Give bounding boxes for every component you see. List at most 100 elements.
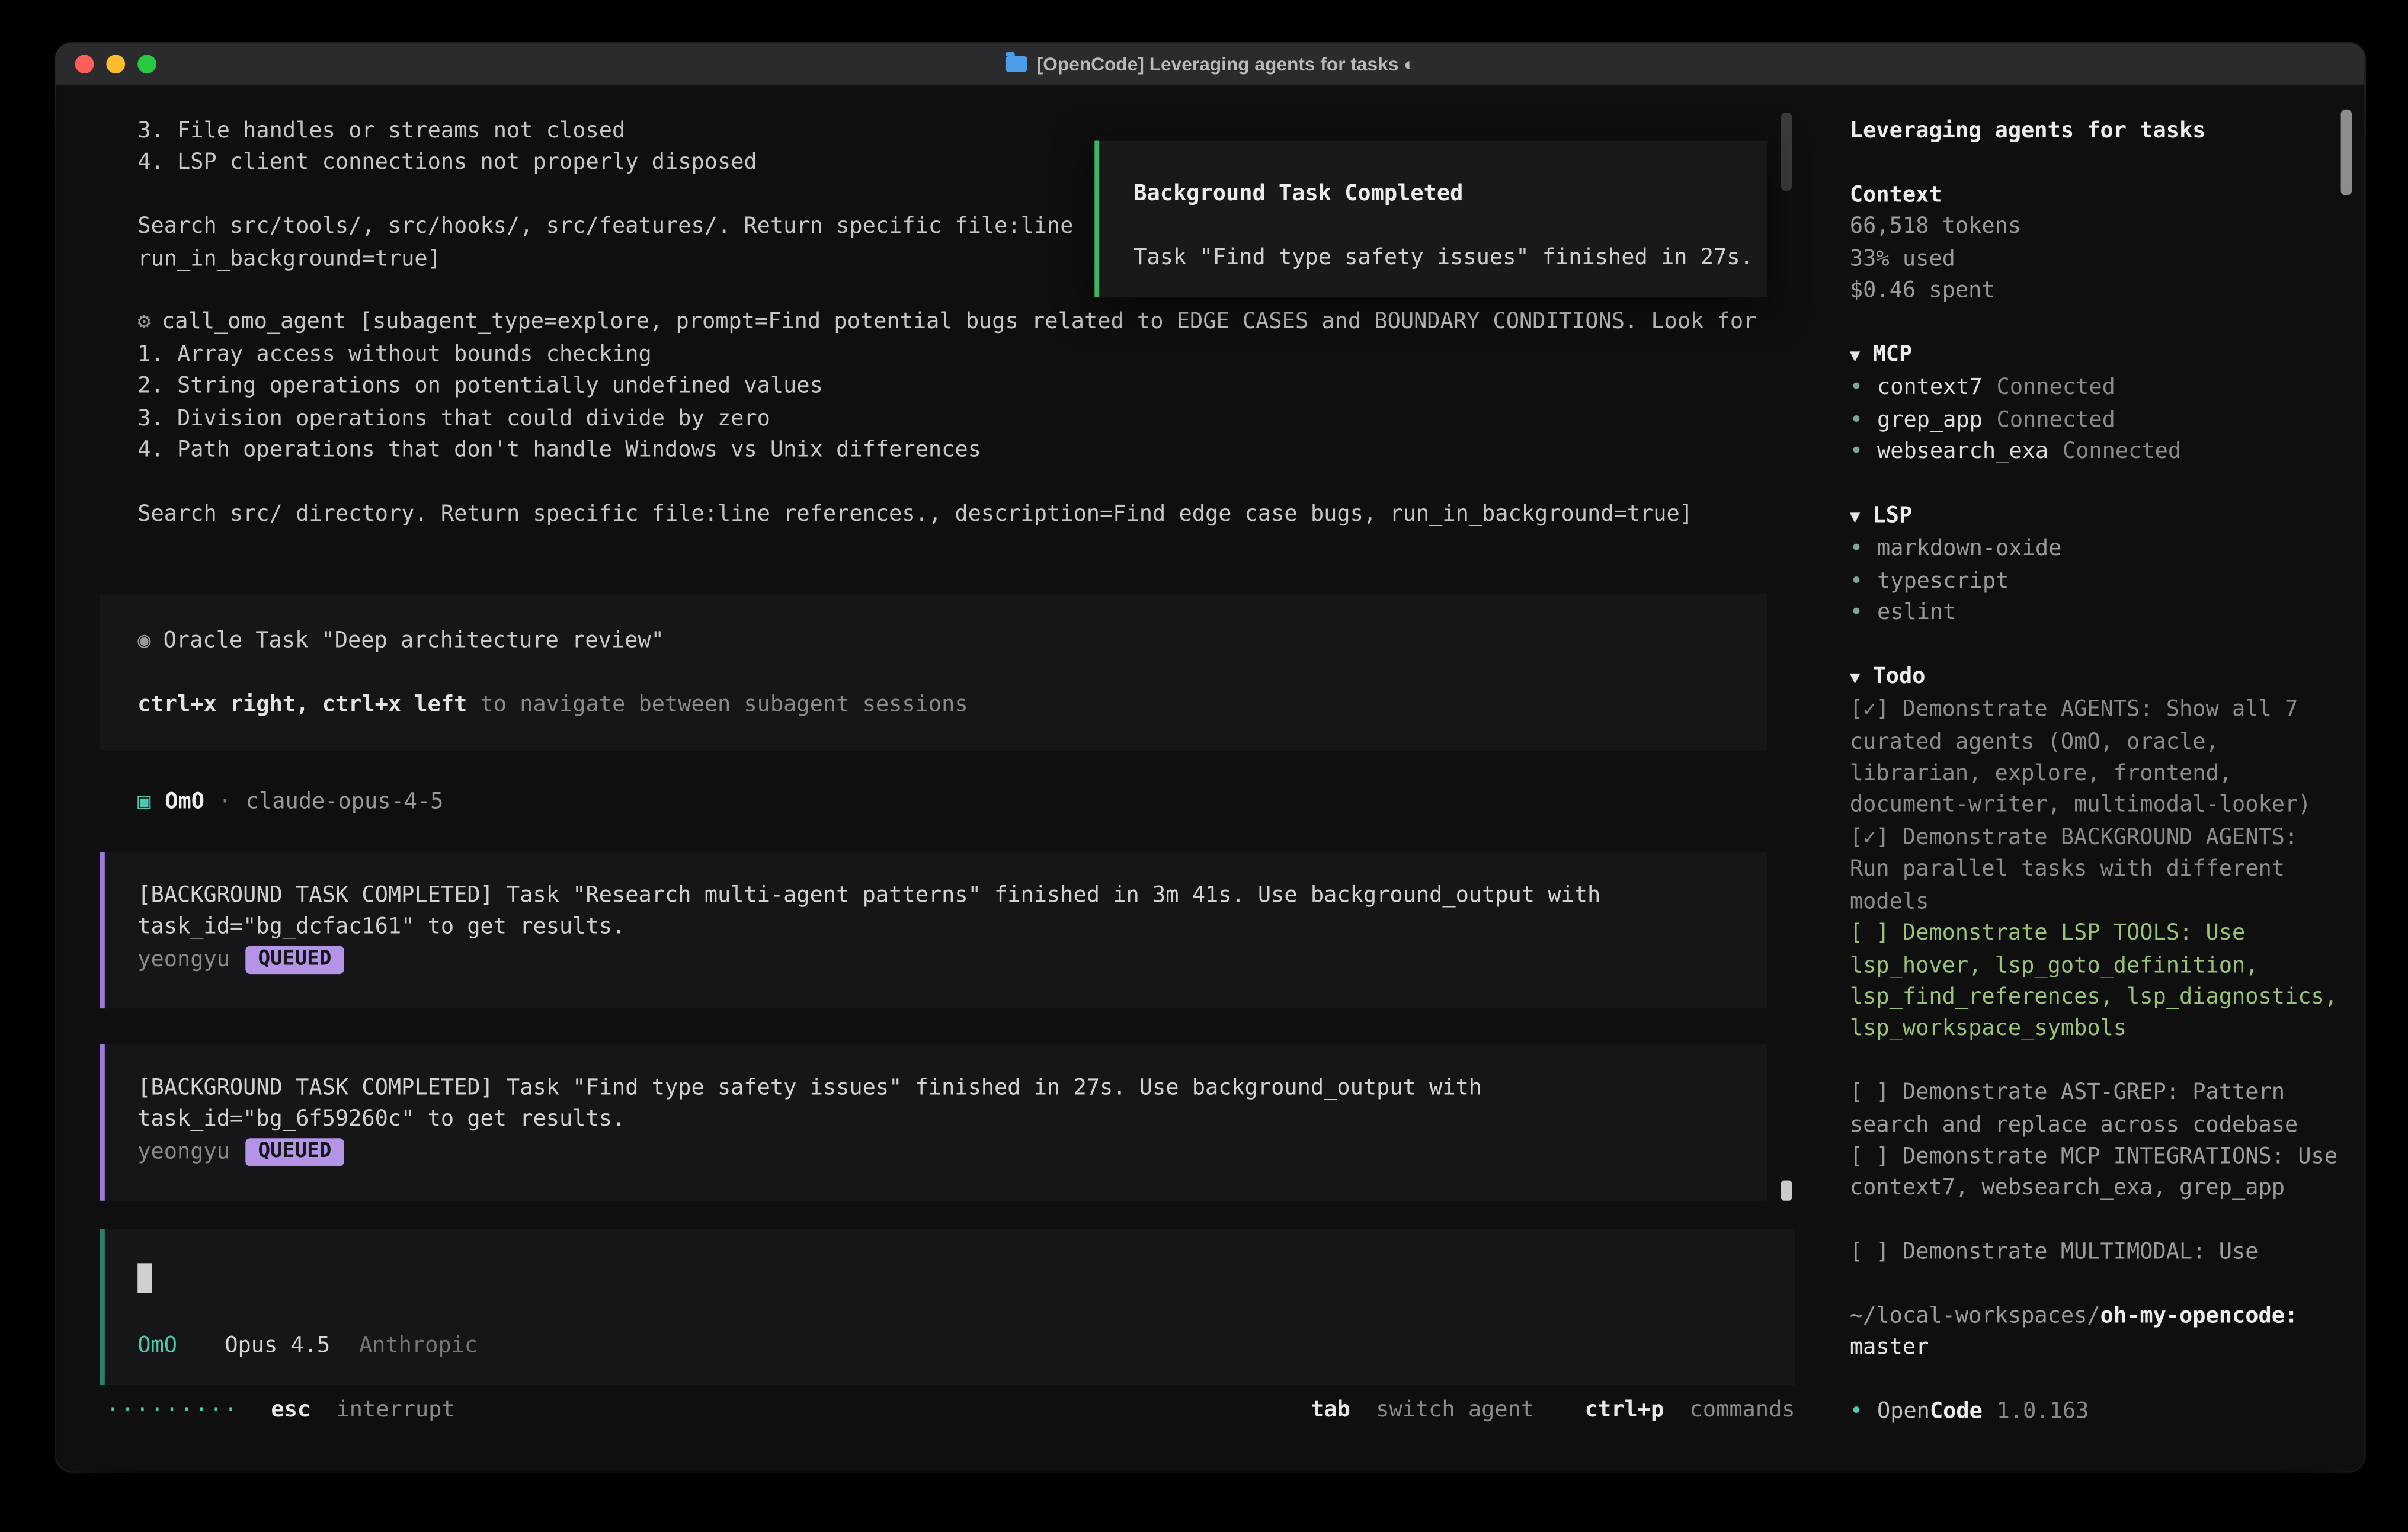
mcp-section-header[interactable]: ▼ MCP <box>1850 339 2344 372</box>
window-titlebar[interactable]: [OpenCode] Leveraging agents for tasks ◐ <box>56 44 2364 86</box>
context-tokens: 66,518 tokens <box>1850 211 2344 243</box>
todo-item: [ ] Demonstrate AST-GREP: Pattern search… <box>1850 1078 2344 1142</box>
separator-dot: · <box>219 786 232 818</box>
esc-key-label: interrupt <box>336 1398 454 1422</box>
workspace-branch-line: master <box>1850 1332 2344 1364</box>
hint-text: to navigate between subagent sessions <box>467 693 968 718</box>
mcp-item: •websearch_exaConnected <box>1850 436 2344 468</box>
oracle-task-panel: ◉Oracle Task "Deep architecture review" … <box>100 594 1767 751</box>
close-window-button[interactable] <box>75 55 94 73</box>
message-author: yeongyu <box>137 1136 230 1168</box>
tool-call-header: ⚙call_omo_agent [subagent_type=explore, … <box>137 307 1795 339</box>
workspace-branch: master <box>1850 1336 1929 1361</box>
oracle-task-icon: ◉ <box>137 629 150 653</box>
zoom-window-button[interactable] <box>137 55 156 73</box>
text-cursor <box>137 1263 152 1293</box>
main-scrollbar-thumb[interactable] <box>1781 113 1792 191</box>
toast-title: Background Task Completed <box>1133 178 1767 210</box>
oracle-task-label: Oracle Task "Deep architecture review" <box>164 629 664 653</box>
message-line: [BACKGROUND TASK COMPLETED] Task "Resear… <box>137 880 1767 912</box>
background-task-message: [BACKGROUND TASK COMPLETED] Task "Resear… <box>100 852 1767 1008</box>
background-task-message: [BACKGROUND TASK COMPLETED] Task "Find t… <box>100 1044 1767 1201</box>
mcp-item: • context7 Connected <box>1850 373 2344 405</box>
commands-key-hint: ctrl+p <box>1585 1398 1664 1422</box>
message-input[interactable]: OmO Opus 4.5 Anthropic <box>100 1229 1795 1385</box>
todo-item: [ ] Demonstrate MULTIMODAL: Use <box>1850 1237 2344 1269</box>
tab-key-label: switch agent <box>1376 1398 1534 1422</box>
mcp-name: grep_app <box>1877 408 1983 432</box>
traffic-lights <box>75 55 156 73</box>
bullet-icon: • <box>1850 600 1863 625</box>
lsp-name: markdown-oxide <box>1877 537 2061 562</box>
input-provider-name: Anthropic <box>359 1334 478 1358</box>
message-meta-row: yeongyu QUEUED <box>137 1136 1767 1168</box>
bullet-icon: • <box>1850 376 1863 400</box>
commands-key-label: commands <box>1690 1398 1795 1422</box>
toast-body: Task "Find type safety issues" finished … <box>1133 243 1767 275</box>
lsp-item: • eslint <box>1850 597 2344 629</box>
mcp-heading-label: MCP <box>1873 342 1913 367</box>
chevron-down-icon: ▼ <box>1850 507 1860 527</box>
mcp-section: ▼ MCP • context7 Connected • grep_app Connect… <box>1850 339 2344 468</box>
blank-line <box>137 467 1795 499</box>
status-right: tab switch agent ctrl+p commands <box>1311 1395 1795 1427</box>
tool-call-item: 4. Path operations that don't handle Win… <box>137 435 1795 467</box>
todo-heading-label: Todo <box>1873 664 1926 689</box>
message-meta-row: yeongyu QUEUED <box>137 944 1767 976</box>
context-spent: $0.46 spent <box>1850 275 2344 307</box>
mcp-status: Connected <box>1997 376 2115 400</box>
workspace-info: ~/local-workspaces/oh-my-opencode: maste… <box>1850 1300 2344 1364</box>
lsp-item: • typescript <box>1850 565 2344 597</box>
lsp-item: •markdown-oxide <box>1850 534 2344 566</box>
app-version: 1.0.163 <box>1997 1399 2089 1424</box>
tool-call-item: 1. Array access without bounds checking <box>137 339 1795 371</box>
agent-header: ▣ OmO · claude-opus-4-5 <box>137 786 443 818</box>
bullet-icon: • <box>1850 440 1863 464</box>
status-bar: ········· esc interrupt tab switch agent… <box>106 1395 1795 1427</box>
esc-key-hint: esc <box>271 1398 310 1422</box>
mcp-name: context7 <box>1877 376 1983 400</box>
message-author: yeongyu <box>137 944 230 976</box>
lsp-section-header[interactable]: ▼LSP <box>1850 500 2344 533</box>
input-model-name: Opus 4.5 <box>225 1334 330 1358</box>
queued-badge: QUEUED <box>245 946 344 975</box>
lsp-name: typescript <box>1877 569 2009 594</box>
gear-icon: ⚙ <box>137 310 150 335</box>
chevron-down-icon: ▼ <box>1850 345 1860 366</box>
message-line: [BACKGROUND TASK COMPLETED] Task "Find t… <box>137 1072 1767 1104</box>
todo-section: ▼ Todo [✓] Demonstrate AGENTS: Show all 7… <box>1850 661 2344 1269</box>
todo-section-header[interactable]: ▼ Todo <box>1850 661 2344 694</box>
queued-badge: QUEUED <box>245 1138 344 1166</box>
context-used: 33% used <box>1850 243 2344 275</box>
bullet-icon: • <box>1850 408 1863 432</box>
workspace-repo: oh-my-opencode: <box>2100 1304 2298 1329</box>
folder-icon <box>1006 56 1027 72</box>
lsp-name: eslint <box>1877 600 1956 625</box>
todo-item: [ ] Demonstrate MCP INTEGRATIONS: Use co… <box>1850 1141 2344 1205</box>
workspace-path: ~/local-workspaces/ <box>1850 1304 2100 1329</box>
input-agent-name: OmO <box>137 1334 177 1358</box>
mcp-item: • grep_app Connected <box>1850 405 2344 437</box>
version-line: •OpenCode1.0.163 <box>1850 1396 2344 1428</box>
message-line: task_id="bg_6f59260c" to get results. <box>137 1104 1767 1136</box>
mcp-status: Connected <box>2063 440 2181 464</box>
minimize-window-button[interactable] <box>106 55 125 73</box>
bullet-icon: • <box>1850 1399 1863 1424</box>
context-heading: Context <box>1850 180 2344 211</box>
agent-icon: ▣ <box>137 786 150 818</box>
chevron-down-icon: ▼ <box>1850 667 1860 687</box>
tab-key-hint: tab <box>1311 1398 1350 1422</box>
todo-item: [✓] Demonstrate AGENTS: Show all 7 curat… <box>1850 694 2344 822</box>
bullet-icon: • <box>1850 569 1863 594</box>
tool-call-footer: Search src/ directory. Return specific f… <box>137 498 1795 530</box>
window-title-text: [OpenCode] Leveraging agents for tasks ◐ <box>1037 44 1416 85</box>
main-scrollbar-thumb-bottom[interactable] <box>1781 1180 1792 1200</box>
agent-model: claude-opus-4-5 <box>246 786 444 818</box>
hint-keys: ctrl+x right, ctrl+x left <box>137 693 467 718</box>
mcp-status: Connected <box>1997 408 2115 432</box>
status-left: ········· esc interrupt <box>106 1395 454 1427</box>
terminal-window: [OpenCode] Leveraging agents for tasks ◐… <box>56 44 2364 1471</box>
todo-item: [ ] Demonstrate LSP TOOLS: Use lsp_hover… <box>1850 918 2344 1045</box>
session-sidebar: Leveraging agents for tasks Context 66,5… <box>1826 86 2364 1471</box>
app-name: Open <box>1877 1399 1930 1424</box>
